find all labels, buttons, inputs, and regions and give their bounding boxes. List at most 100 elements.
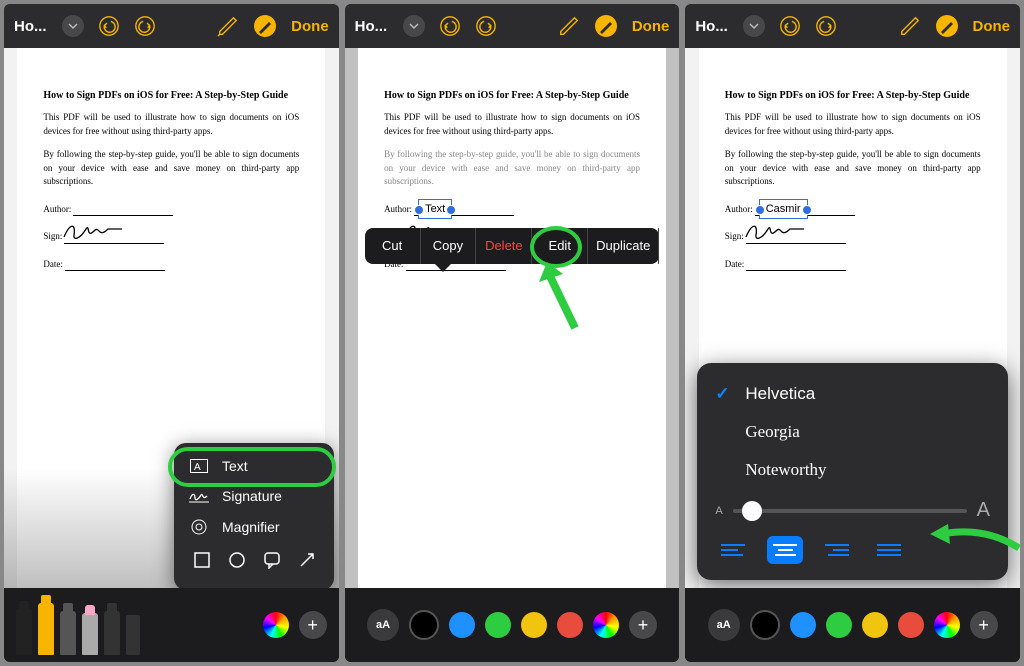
pdf-page[interactable]: How to Sign PDFs on iOS for Free: A Step… bbox=[358, 48, 666, 588]
done-button[interactable]: Done bbox=[632, 18, 670, 35]
color-black[interactable] bbox=[409, 610, 439, 640]
align-justify-button[interactable] bbox=[871, 536, 907, 564]
font-option-noteworthy[interactable]: Noteworthy bbox=[715, 451, 990, 489]
done-button[interactable]: Done bbox=[973, 18, 1011, 35]
add-signature-option[interactable]: Signature bbox=[174, 481, 334, 511]
doc-heading: How to Sign PDFs on iOS for Free: A Step… bbox=[384, 88, 640, 103]
screen-1: Ho... Done How to Sign PDFs on iOS for F… bbox=[4, 4, 339, 662]
ctx-edit[interactable]: Edit bbox=[532, 228, 588, 264]
pencil-tool[interactable] bbox=[60, 611, 76, 655]
markup-toggle-button[interactable] bbox=[594, 14, 618, 38]
color-blue[interactable] bbox=[790, 612, 816, 638]
add-button[interactable]: + bbox=[629, 611, 657, 639]
ruler-tool[interactable] bbox=[126, 615, 140, 655]
slider-thumb[interactable] bbox=[742, 501, 762, 521]
more-dropdown[interactable] bbox=[403, 15, 425, 37]
color-green[interactable] bbox=[485, 612, 511, 638]
align-right-button[interactable] bbox=[819, 536, 855, 564]
sign-label: Sign: bbox=[43, 230, 62, 244]
document-title[interactable]: Ho... bbox=[355, 18, 389, 35]
font-size-slider[interactable] bbox=[733, 509, 967, 513]
add-magnifier-option[interactable]: Magnifier bbox=[174, 511, 334, 543]
add-text-label: Text bbox=[222, 458, 248, 474]
doc-heading: How to Sign PDFs on iOS for Free: A Step… bbox=[725, 88, 981, 103]
undo-button[interactable] bbox=[98, 15, 120, 37]
screen-3: Ho... Done How to Sign PDFs on iOS for F… bbox=[685, 4, 1020, 662]
color-blue[interactable] bbox=[449, 612, 475, 638]
undo-button[interactable] bbox=[439, 15, 461, 37]
add-button[interactable]: + bbox=[970, 611, 998, 639]
ctx-copy[interactable]: Copy bbox=[421, 228, 477, 264]
doc-p2: By following the step-by-step guide, you… bbox=[384, 148, 640, 189]
color-picker-button[interactable] bbox=[934, 612, 960, 638]
document-title[interactable]: Ho... bbox=[14, 18, 48, 35]
lasso-tool[interactable] bbox=[104, 611, 120, 655]
date-label: Date: bbox=[725, 258, 745, 272]
font-panel: ✓ Helvetica Georgia Noteworthy A A bbox=[697, 363, 1008, 580]
color-black[interactable] bbox=[750, 610, 780, 640]
markup-pen-icon[interactable] bbox=[217, 15, 239, 37]
color-yellow[interactable] bbox=[521, 612, 547, 638]
font-option-georgia[interactable]: Georgia bbox=[715, 413, 990, 451]
text-style-button[interactable]: aA bbox=[367, 609, 399, 641]
done-button[interactable]: Done bbox=[291, 18, 329, 35]
author-label: Author: bbox=[725, 203, 753, 217]
text-annotation-box[interactable]: Casmir bbox=[759, 199, 808, 220]
resize-handle-left[interactable] bbox=[414, 205, 424, 215]
shape-arrow-button[interactable] bbox=[298, 551, 316, 574]
add-text-option[interactable]: A Text bbox=[174, 451, 334, 481]
resize-handle-left[interactable] bbox=[755, 205, 765, 215]
color-yellow[interactable] bbox=[862, 612, 888, 638]
screen-2: Ho... Done How to Sign PDFs on iOS for F… bbox=[345, 4, 680, 662]
text-annotation-box[interactable]: Text bbox=[418, 199, 452, 220]
text-style-button[interactable]: aA bbox=[708, 609, 740, 641]
more-dropdown[interactable] bbox=[62, 15, 84, 37]
redo-button[interactable] bbox=[815, 15, 837, 37]
ctx-menu-arrow bbox=[435, 264, 451, 272]
author-line bbox=[73, 204, 173, 216]
markup-pen-icon[interactable] bbox=[899, 15, 921, 37]
more-dropdown[interactable] bbox=[743, 15, 765, 37]
markup-toggle-button[interactable] bbox=[253, 14, 277, 38]
shape-circle-button[interactable] bbox=[228, 551, 246, 574]
date-line bbox=[746, 259, 846, 271]
page-area: How to Sign PDFs on iOS for Free: A Step… bbox=[345, 48, 680, 588]
add-button[interactable]: + bbox=[299, 611, 327, 639]
color-green[interactable] bbox=[826, 612, 852, 638]
align-center-button[interactable] bbox=[767, 536, 803, 564]
topbar: Ho... Done bbox=[4, 4, 339, 48]
doc-p2: By following the step-by-step guide, you… bbox=[725, 148, 981, 189]
ctx-duplicate[interactable]: Duplicate bbox=[588, 228, 659, 264]
undo-button[interactable] bbox=[779, 15, 801, 37]
highlighter-tool[interactable] bbox=[38, 603, 54, 655]
aa-label: aA bbox=[376, 619, 390, 631]
eraser-tool[interactable] bbox=[82, 613, 98, 655]
redo-button[interactable] bbox=[475, 15, 497, 37]
font-option-helvetica[interactable]: ✓ Helvetica bbox=[715, 375, 990, 413]
sign-line bbox=[746, 232, 846, 244]
color-red[interactable] bbox=[557, 612, 583, 638]
markup-toggle-button[interactable] bbox=[935, 14, 959, 38]
shape-square-button[interactable] bbox=[193, 551, 211, 574]
pen-tool[interactable] bbox=[16, 609, 32, 655]
add-signature-label: Signature bbox=[222, 488, 282, 504]
doc-heading: How to Sign PDFs on iOS for Free: A Step… bbox=[43, 88, 299, 103]
color-picker-button[interactable] bbox=[593, 612, 619, 638]
signature-glyph bbox=[744, 219, 814, 243]
svg-text:A: A bbox=[194, 462, 201, 473]
markup-pen-icon[interactable] bbox=[558, 15, 580, 37]
topbar: Ho... Done bbox=[345, 4, 680, 48]
color-red[interactable] bbox=[898, 612, 924, 638]
date-label: Date: bbox=[43, 258, 63, 272]
resize-handle-right[interactable] bbox=[802, 205, 812, 215]
document-title[interactable]: Ho... bbox=[695, 18, 729, 35]
align-left-button[interactable] bbox=[715, 536, 751, 564]
ctx-delete[interactable]: Delete bbox=[476, 228, 532, 264]
ctx-cut[interactable]: Cut bbox=[365, 228, 421, 264]
shape-speech-button[interactable] bbox=[263, 551, 281, 574]
text-annotation-value: Casmir bbox=[766, 203, 801, 215]
doc-p2: By following the step-by-step guide, you… bbox=[43, 148, 299, 189]
color-picker-button[interactable] bbox=[263, 612, 289, 638]
resize-handle-right[interactable] bbox=[446, 205, 456, 215]
redo-button[interactable] bbox=[134, 15, 156, 37]
